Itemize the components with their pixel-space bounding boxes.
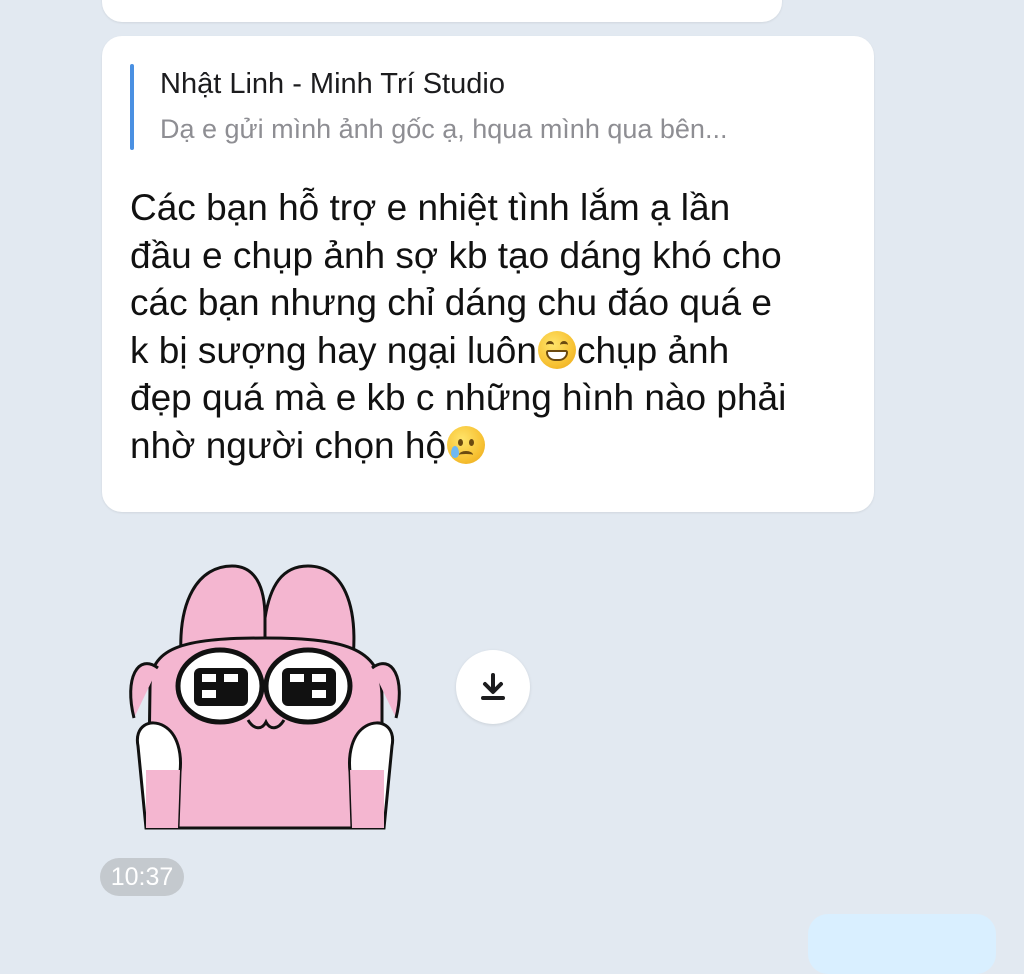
message-line: nhờ người chọn hộ bbox=[130, 424, 447, 466]
previous-message-bubble[interactable] bbox=[102, 0, 782, 22]
message-line: các bạn nhưng chỉ dáng chu đáo quá e bbox=[130, 282, 772, 323]
download-icon bbox=[481, 673, 505, 700]
message-timestamp: 10:37 bbox=[100, 858, 184, 896]
outgoing-message-bubble[interactable] bbox=[808, 914, 996, 974]
face-holding-back-tears-emoji bbox=[447, 425, 486, 464]
reply-quote[interactable]: Nhật Linh - Minh Trí Studio Dạ e gửi mìn… bbox=[130, 64, 850, 150]
download-button[interactable] bbox=[456, 650, 530, 724]
message-line: Các bạn hỗ trợ e nhiệt tình lắm ạ lần bbox=[130, 187, 731, 228]
pink-bunny-sticker[interactable] bbox=[120, 558, 410, 840]
message-line: đầu e chụp ảnh sợ kb tạo dáng khó cho bbox=[130, 234, 782, 276]
message-line: đẹp quá mà e kb c những hình nào phải bbox=[130, 377, 787, 418]
quote-bar bbox=[130, 64, 134, 150]
quote-preview: Dạ e gửi mình ảnh gốc ạ, hqua mình qua b… bbox=[160, 114, 728, 144]
message-line: k bị sượng hay ngại luôn bbox=[130, 329, 537, 371]
message-bubble[interactable]: Nhật Linh - Minh Trí Studio Dạ e gửi mìn… bbox=[102, 36, 874, 512]
message-text: Các bạn hỗ trợ e nhiệt tình lắm ạ lần đầ… bbox=[130, 184, 860, 469]
bunny-illustration bbox=[129, 564, 401, 830]
grinning-face-emoji bbox=[537, 330, 576, 369]
message-line: chụp ảnh bbox=[576, 329, 730, 371]
quote-sender: Nhật Linh - Minh Trí Studio bbox=[160, 68, 505, 100]
